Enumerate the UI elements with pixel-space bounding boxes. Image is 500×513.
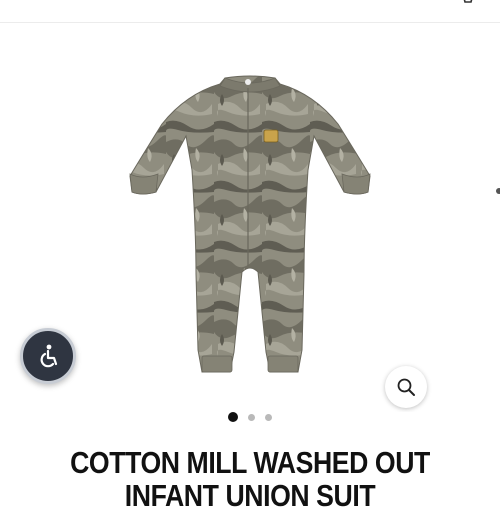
pagination-dot-3[interactable]	[265, 413, 272, 421]
zoom-button[interactable]	[385, 366, 427, 408]
bag-icon[interactable]	[462, 0, 474, 4]
pagination-dot-1[interactable]	[228, 412, 238, 422]
product-title: COTTON MILL WASHED OUT INFANT UNION SUIT	[70, 445, 430, 513]
magnifier-icon	[397, 378, 415, 396]
product-gallery[interactable]	[0, 22, 500, 412]
next-slide-peek[interactable]	[496, 188, 500, 194]
product-image[interactable]	[118, 74, 382, 386]
accessibility-icon	[40, 344, 58, 368]
pagination-dot-2[interactable]	[248, 413, 255, 421]
accessibility-button[interactable]	[20, 328, 76, 384]
top-bar	[0, 0, 500, 23]
gallery-pagination	[0, 411, 500, 423]
